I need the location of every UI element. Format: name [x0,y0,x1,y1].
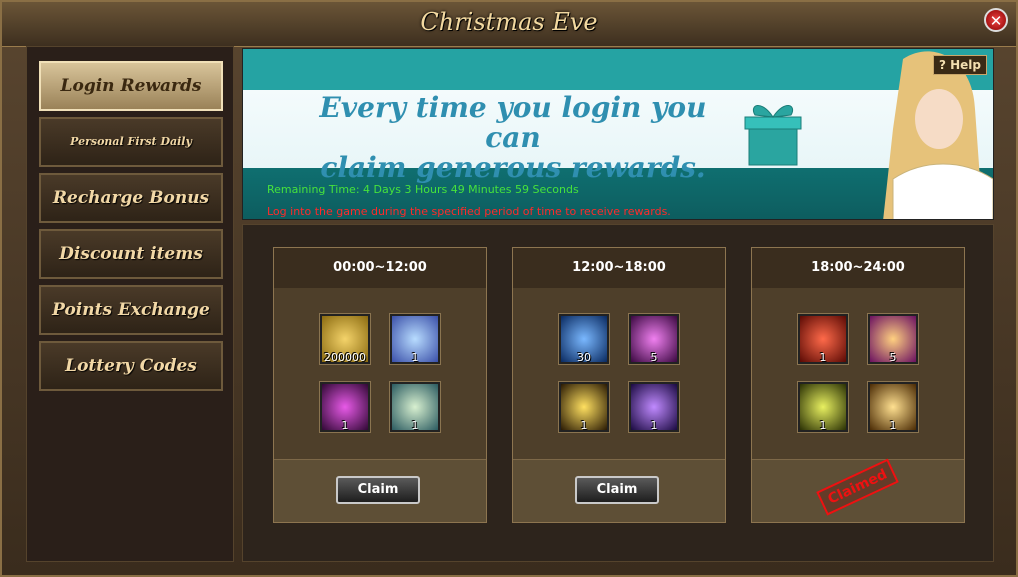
sidebar-item-personal-first-daily-recharge[interactable]: Personal First Daily Recharge [39,117,223,194]
reward-card-afternoon: 12:00~18:00 30 5 1 1 Claim [512,247,726,523]
sidebar-item-discount-items[interactable]: Discount items [39,229,223,279]
silver-disc-icon[interactable]: 1 [389,381,441,433]
green-card-icon[interactable]: 1 [797,381,849,433]
event-banner: Every time you login you can claim gener… [242,48,994,220]
claim-button[interactable]: Claim [575,476,659,504]
sidebar-item-login-rewards[interactable]: Login Rewards [39,61,223,111]
banner-headline-line1: Every time you login you can [319,91,707,154]
red-card-icon[interactable]: 1 [797,313,849,365]
sidebar: Login Rewards Personal First Daily Recha… [26,46,234,562]
rainbow-gem-icon[interactable]: 5 [867,313,919,365]
sidebar-item-points-exchange[interactable]: Points Exchange [39,285,223,335]
help-button[interactable]: ? Help [932,55,987,75]
claimed-stamp: Claimed [816,458,900,516]
reward-card-footer: Claimed [752,458,964,522]
close-icon[interactable]: ✕ [984,8,1008,32]
blue-crystal-icon[interactable]: 1 [389,313,441,365]
banner-headline-line2: claim generous rewards. [320,151,706,184]
gold-coin-icon[interactable]: 200000 [319,313,371,365]
reward-card-evening: 18:00~24:00 1 5 1 1 Claimed [751,247,965,523]
reward-time: 00:00~12:00 [274,248,486,288]
remaining-time: Remaining Time: 4 Days 3 Hours 49 Minute… [267,183,579,196]
blue-shard-icon[interactable]: 30 [558,313,610,365]
banner-headline: Every time you login you can claim gener… [303,93,723,183]
purple-ring-icon[interactable]: 5 [628,313,680,365]
sidebar-item-recharge-bonus[interactable]: Recharge Bonus [39,173,223,223]
sidebar-item-lottery-codes[interactable]: Lottery Codes [39,341,223,391]
title-bar: Christmas Eve ✕ [2,2,1016,47]
gold-crystal-icon[interactable]: 1 [867,381,919,433]
rewards-panel: 00:00~12:00 200000 1 1 1 Claim 12:00~18:… [242,224,994,562]
gift-box-icon [744,105,802,166]
window-title: Christmas Eve [420,8,598,36]
reward-card-morning: 00:00~12:00 200000 1 1 1 Claim [273,247,487,523]
event-window: Christmas Eve ✕ Login Rewards Personal F… [0,0,1018,577]
violet-crystal-icon[interactable]: 1 [628,381,680,433]
reward-time: 12:00~18:00 [513,248,725,288]
reward-card-footer: Claim [513,459,725,522]
reward-time: 18:00~24:00 [752,248,964,288]
instruction-text: Log into the game during the specified p… [267,205,671,218]
purple-gem-icon[interactable]: 1 [319,381,371,433]
yellow-gem-icon[interactable]: 1 [558,381,610,433]
claim-button[interactable]: Claim [336,476,420,504]
reward-card-footer: Claim [274,459,486,522]
